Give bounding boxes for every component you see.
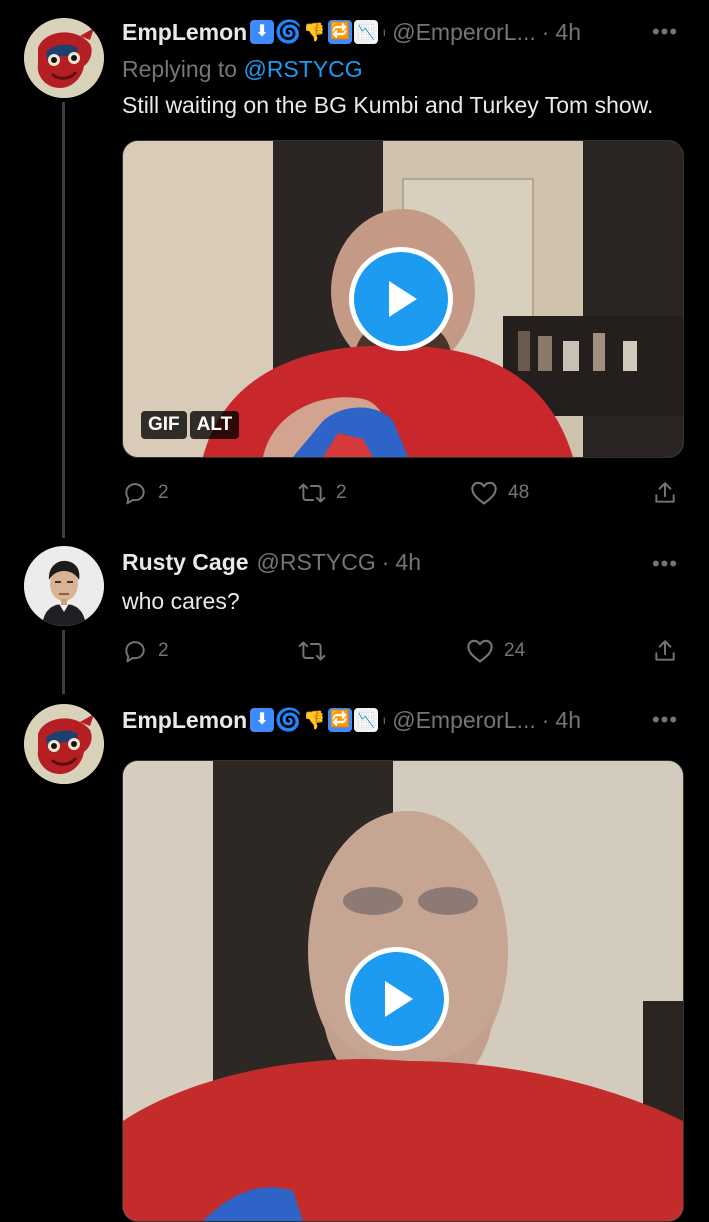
like-count: 48 bbox=[508, 482, 530, 503]
play-icon bbox=[385, 981, 413, 1017]
more-options-icon[interactable]: ••• bbox=[651, 21, 679, 43]
avatar-image bbox=[24, 546, 104, 626]
repeat-emoji-icon: 🔁 bbox=[328, 708, 353, 732]
thread-line bbox=[62, 102, 65, 538]
arrow-down-emoji-icon: ⬇ bbox=[250, 20, 275, 44]
like-button[interactable]: 24 bbox=[466, 638, 525, 664]
avatar[interactable] bbox=[24, 704, 104, 784]
avatar[interactable] bbox=[24, 18, 104, 98]
thumbs-down-emoji-icon: 👎 bbox=[303, 710, 326, 730]
reply-button[interactable]: 2 bbox=[122, 638, 169, 664]
repeat-emoji-icon: 🔁 bbox=[328, 20, 353, 44]
replying-to: Replying to @RSTYCG bbox=[122, 56, 363, 83]
chart-decreasing-emoji-icon: 📉 bbox=[354, 20, 379, 44]
replying-to-mention[interactable]: @RSTYCG bbox=[243, 56, 362, 82]
emoji-overflow-icon: ı bbox=[382, 713, 386, 727]
share-icon bbox=[655, 640, 675, 661]
timestamp[interactable]: 4h bbox=[395, 549, 421, 576]
share-button[interactable] bbox=[652, 638, 678, 664]
retweet-button[interactable] bbox=[298, 638, 336, 664]
retweet-button[interactable]: 2 bbox=[298, 480, 347, 506]
display-name[interactable]: EmpLemon bbox=[122, 707, 247, 734]
arrow-down-emoji-icon: ⬇ bbox=[250, 708, 275, 732]
tweet-actions: 2 24 bbox=[122, 638, 681, 668]
thread-line bbox=[62, 630, 65, 694]
reply-count: 2 bbox=[158, 482, 169, 503]
heart-icon bbox=[467, 639, 493, 663]
display-name[interactable]: EmpLemon bbox=[122, 19, 247, 46]
retweet-count: 2 bbox=[336, 482, 347, 503]
reply-icon bbox=[125, 641, 145, 663]
play-button[interactable] bbox=[349, 247, 453, 351]
dot-separator: · bbox=[381, 548, 390, 575]
share-button[interactable] bbox=[652, 480, 678, 506]
like-count: 24 bbox=[504, 640, 526, 661]
play-button[interactable] bbox=[345, 947, 449, 1051]
tweet-header: EmpLemon ⬇ 🌀 👎 🔁 📉 ı @EmperorL... · 4h bbox=[122, 704, 671, 736]
gif-badge: GIF bbox=[141, 411, 187, 439]
tweet-text: Still waiting on the BG Kumbi and Turkey… bbox=[122, 92, 654, 118]
name-badges: ⬇ 🌀 👎 🔁 📉 ı bbox=[250, 708, 388, 732]
alt-badge[interactable]: ALT bbox=[189, 411, 240, 439]
dot-separator: · bbox=[541, 706, 550, 733]
avatar-image bbox=[24, 18, 104, 98]
tweet-header: Rusty Cage @RSTYCG · 4h bbox=[122, 546, 671, 578]
thumbs-down-emoji-icon: 👎 bbox=[303, 22, 326, 42]
reply-icon bbox=[125, 483, 145, 505]
more-options-icon[interactable]: ••• bbox=[651, 553, 679, 575]
dot-separator: · bbox=[541, 18, 550, 45]
name-badges: ⬇ 🌀 👎 🔁 📉 ı bbox=[250, 20, 388, 44]
timestamp[interactable]: 4h bbox=[555, 707, 581, 734]
avatar-image bbox=[24, 704, 104, 784]
tweet-text: who cares? bbox=[122, 588, 240, 614]
user-handle[interactable]: @EmperorL... bbox=[392, 19, 536, 46]
reply-count: 2 bbox=[158, 640, 169, 661]
heart-icon bbox=[471, 481, 497, 505]
play-icon bbox=[389, 281, 417, 317]
like-button[interactable]: 48 bbox=[470, 480, 529, 506]
cyclone-emoji-icon: 🌀 bbox=[274, 19, 302, 44]
tweet-video[interactable] bbox=[122, 760, 684, 1222]
reply-button[interactable]: 2 bbox=[122, 480, 169, 506]
tweet-gif[interactable]: GIF ALT bbox=[122, 140, 684, 458]
cyclone-emoji-icon: 🌀 bbox=[274, 707, 302, 732]
user-handle[interactable]: @RSTYCG bbox=[257, 549, 376, 576]
tweet-actions: 2 2 48 bbox=[122, 480, 681, 510]
media-badges: GIF ALT bbox=[141, 411, 240, 439]
display-name[interactable]: Rusty Cage bbox=[122, 549, 249, 576]
share-icon bbox=[655, 482, 675, 503]
chart-decreasing-emoji-icon: 📉 bbox=[354, 708, 379, 732]
avatar[interactable] bbox=[24, 546, 104, 626]
retweet-icon bbox=[298, 483, 326, 503]
more-options-icon[interactable]: ••• bbox=[651, 709, 679, 731]
timestamp[interactable]: 4h bbox=[555, 19, 581, 46]
tweet-header: EmpLemon ⬇ 🌀 👎 🔁 📉 ı @EmperorL... · 4h bbox=[122, 16, 671, 48]
emoji-overflow-icon: ı bbox=[382, 25, 386, 39]
retweet-icon bbox=[298, 641, 326, 661]
replying-to-label: Replying to bbox=[122, 56, 238, 82]
user-handle[interactable]: @EmperorL... bbox=[392, 707, 536, 734]
